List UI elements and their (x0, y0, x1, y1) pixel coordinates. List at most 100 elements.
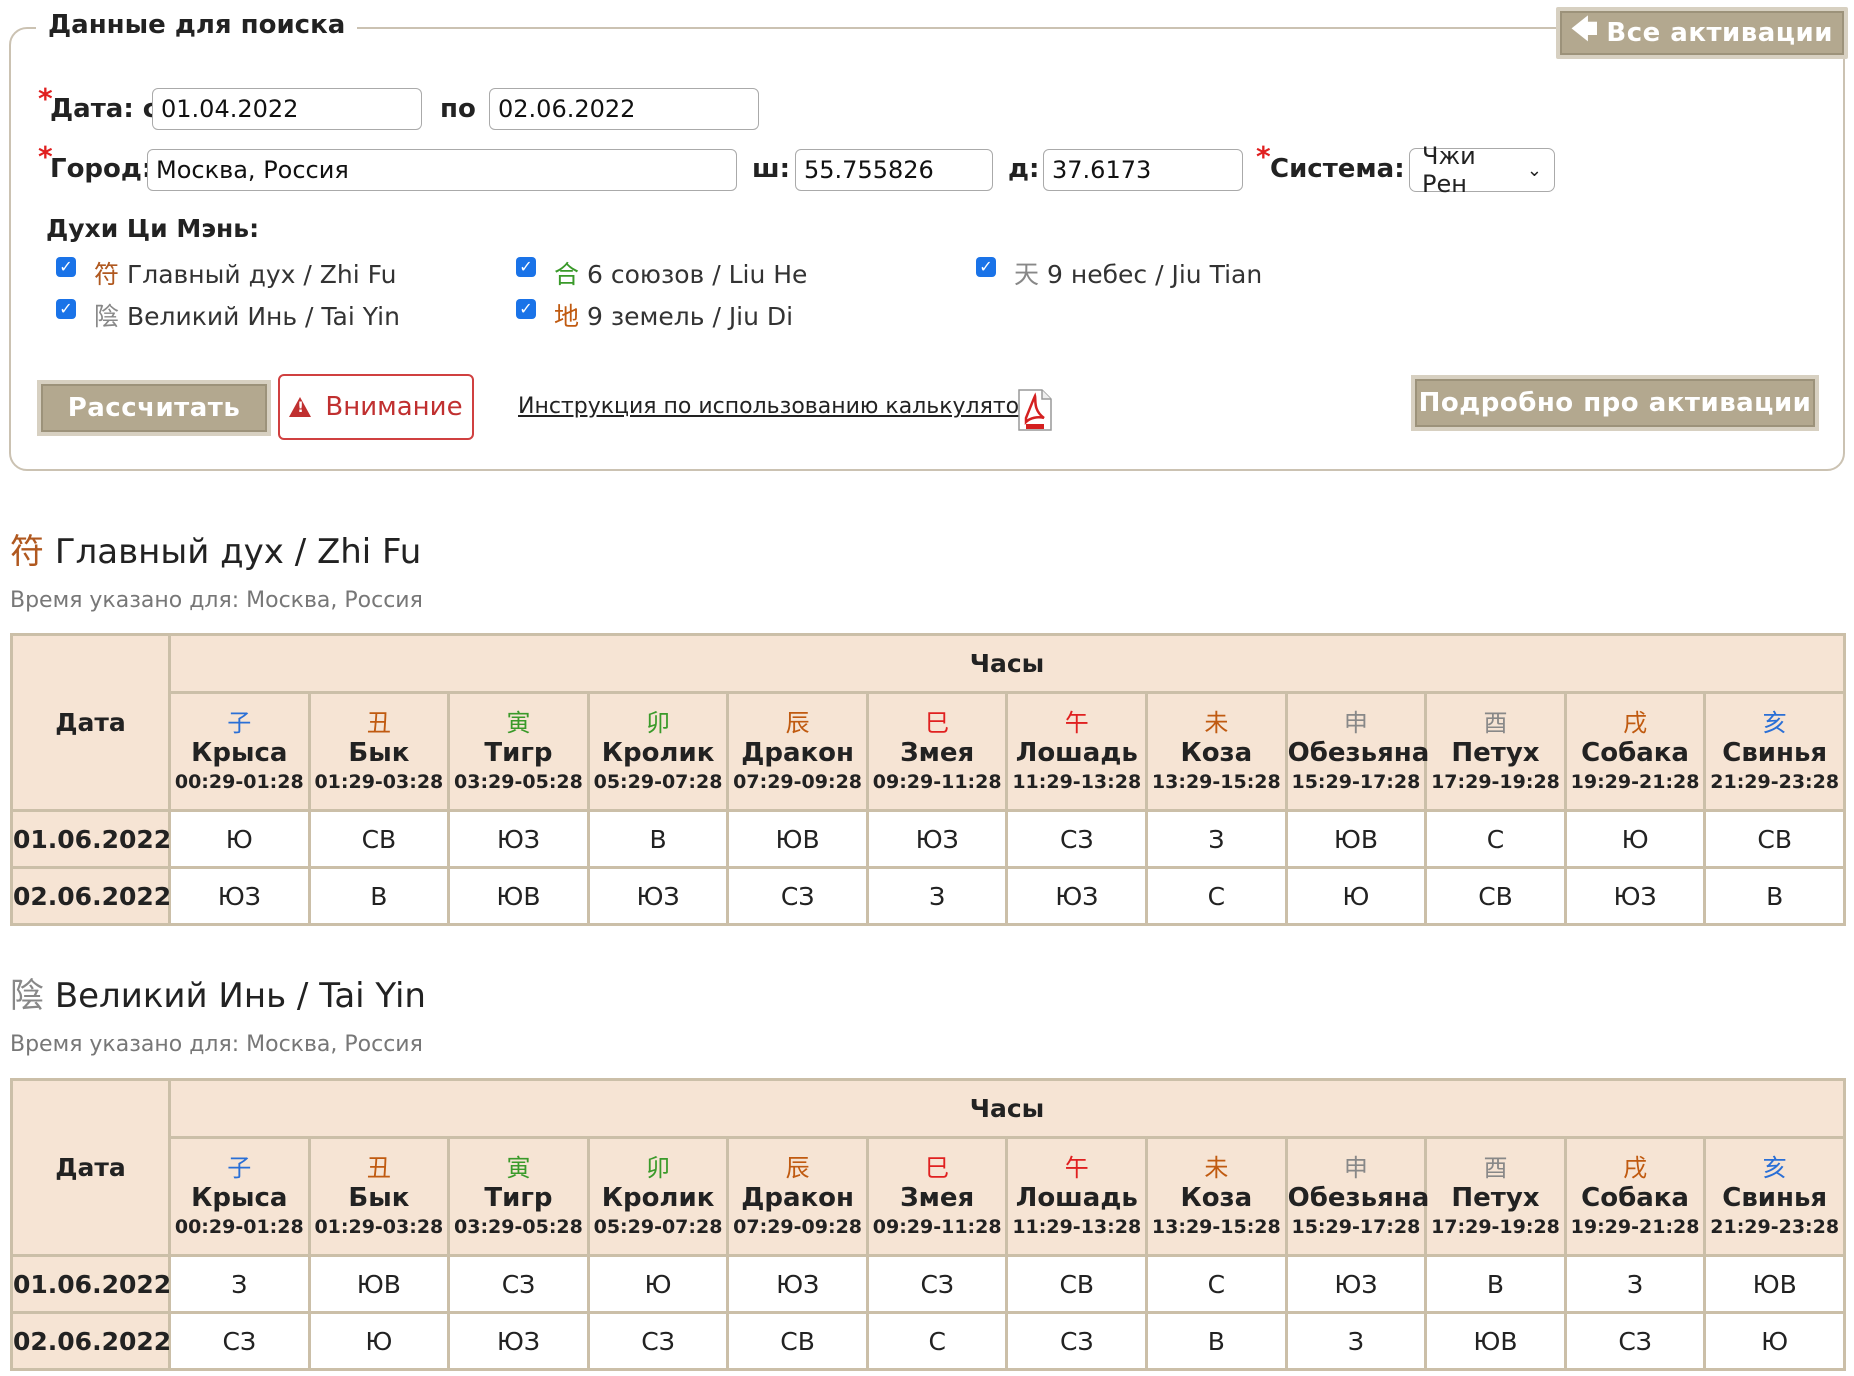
direction-cell: В (1703, 866, 1846, 926)
section-title-text: Великий Инь / Tai Yin (54, 976, 426, 1016)
direction-cell: З (1145, 809, 1288, 869)
direction-cell: СЗ (1005, 1311, 1149, 1371)
hour-glyph: 丑 (366, 708, 391, 737)
activation-details-button[interactable]: Подробно про активации (1411, 375, 1819, 431)
row-date: 02.06.2022 (10, 1311, 171, 1371)
system-select[interactable]: Чжи Рен ⌄ (1409, 142, 1555, 198)
spirit-jiu-tian: 天9 небес / Jiu Tian (1014, 255, 1262, 291)
hour-name: Кролик (601, 737, 715, 768)
date-header: Дата (10, 1078, 171, 1257)
hour-time: 03:29-05:28 (454, 770, 583, 793)
spirit-checkbox-liu-he[interactable]: ✓ (516, 257, 536, 277)
hour-header: 丑 Бык 01:29-03:28 (307, 1136, 451, 1257)
hour-header: 子 Крыса 00:29-01:28 (168, 691, 311, 812)
direction-cell: ЮВ (307, 1254, 451, 1314)
hour-header: 卯 Кролик 05:29-07:28 (586, 691, 730, 812)
hour-time: 09:29-11:28 (872, 1215, 1002, 1238)
date-from-input[interactable] (152, 88, 422, 130)
row-date: 02.06.2022 (10, 866, 171, 926)
hour-name: Лошадь (1015, 737, 1138, 768)
hour-glyph: 午 (1064, 1153, 1089, 1182)
all-activations-button[interactable]: 🡄 Все активации (1556, 7, 1848, 59)
hour-name: Свинья (1722, 737, 1828, 768)
hour-glyph: 巳 (925, 1153, 950, 1182)
hour-header: 卯 Кролик 05:29-07:28 (586, 1136, 730, 1257)
row-date: 01.06.2022 (10, 809, 171, 869)
city-label: Город: (50, 154, 153, 184)
direction-cell: СЗ (726, 866, 869, 926)
hour-name: Обезьяна (1287, 1182, 1430, 1213)
hour-header: 戌 Собака 19:29-21:28 (1563, 691, 1707, 812)
search-form-legend: Данные для поиска (36, 10, 358, 40)
hour-glyph: 午 (1064, 708, 1089, 737)
hour-name: Коза (1180, 1182, 1253, 1213)
spirit-label: 9 земель / Jiu Di (587, 302, 794, 331)
hour-time: 07:29-09:28 (733, 1215, 863, 1238)
hour-name: Змея (900, 1182, 975, 1213)
hour-name: Лошадь (1015, 1182, 1138, 1213)
hour-name: Бык (348, 1182, 410, 1213)
hour-time: 11:29-13:28 (1012, 1215, 1142, 1238)
table-row: 02.06.2022 ЮЗ В ЮВ ЮЗ СЗ З ЮЗ С Ю СВ ЮЗ В (10, 866, 1846, 926)
direction-cell: В (1424, 1254, 1567, 1314)
latitude-input[interactable] (795, 149, 993, 191)
required-marker: * (1256, 140, 1271, 173)
warning-button[interactable]: ! Внимание (278, 374, 474, 440)
hour-glyph: 寅 (506, 1153, 531, 1182)
hour-name: Тигр (484, 1182, 553, 1213)
spirit-checkbox-jiu-tian[interactable]: ✓ (976, 257, 996, 277)
direction-cell: З (168, 1254, 311, 1314)
hour-time: 00:29-01:28 (174, 770, 304, 793)
section-glyph: 符 (10, 532, 44, 572)
direction-cell: СВ (1005, 1254, 1149, 1314)
direction-cell: ЮВ (1424, 1311, 1567, 1371)
hour-time: 05:29-07:28 (593, 770, 723, 793)
calculate-button[interactable]: Рассчитать (37, 380, 271, 436)
hour-name: Кролик (601, 1182, 715, 1213)
direction-cell: ЮВ (1703, 1254, 1846, 1314)
section-subtitle: Время указано для: Москва, Россия (10, 1032, 423, 1057)
direction-cell: СЗ (447, 1254, 590, 1314)
hour-time: 05:29-07:28 (593, 1215, 723, 1238)
row-date: 01.06.2022 (10, 1254, 171, 1314)
hour-glyph: 戌 (1623, 708, 1648, 737)
spirit-label: Главный дух / Zhi Fu (127, 260, 397, 289)
city-input[interactable] (147, 149, 737, 191)
spirit-checkbox-jiu-di[interactable]: ✓ (516, 299, 536, 319)
hour-header: 申 Обезьяна 15:29-17:28 (1284, 1136, 1430, 1257)
hour-time: 21:29-23:28 (1710, 1215, 1840, 1238)
hour-glyph: 卯 (646, 708, 671, 737)
direction-cell: С (865, 1311, 1009, 1371)
hour-time: 13:29-15:28 (1151, 770, 1281, 793)
spirit-checkbox-tai-yin[interactable]: ✓ (56, 299, 76, 319)
hour-name: Крыса (191, 1182, 288, 1213)
hour-header: 辰 Дракон 07:29-09:28 (726, 1136, 869, 1257)
hour-header: 午 Лошадь 11:29-13:28 (1005, 1136, 1149, 1257)
hour-header: 亥 Свинья 21:29-23:28 (1703, 691, 1846, 812)
spirit-checkbox-zhi-fu[interactable]: ✓ (56, 257, 76, 277)
spirit-tai-yin: 陰 Великий Инь / Tai Yin (94, 297, 400, 333)
direction-cell: С (1145, 1254, 1288, 1314)
hour-name: Свинья (1722, 1182, 1828, 1213)
direction-cell: З (865, 866, 1009, 926)
hour-time: 21:29-23:28 (1710, 770, 1840, 793)
longitude-input[interactable] (1043, 149, 1243, 191)
date-to-input[interactable] (489, 88, 759, 130)
hour-name: Тигр (484, 737, 553, 768)
direction-cell: ЮВ (1284, 809, 1428, 869)
hour-time: 00:29-01:28 (174, 1215, 304, 1238)
direction-cell: С (1145, 866, 1288, 926)
hour-header: 辰 Дракон 07:29-09:28 (726, 691, 869, 812)
hour-name: Крыса (191, 737, 288, 768)
direction-cell: Ю (586, 1254, 730, 1314)
hour-glyph: 丑 (366, 1153, 391, 1182)
hour-name: Собака (1581, 737, 1689, 768)
direction-cell: ЮЗ (447, 1311, 590, 1371)
pdf-icon[interactable] (1016, 388, 1054, 432)
hour-glyph: 辰 (785, 1153, 810, 1182)
instruction-link[interactable]: Инструкция по использованию калькулятора (518, 394, 1047, 419)
date-to-label: по (440, 94, 476, 124)
direction-cell: ЮЗ (447, 809, 590, 869)
hour-name: Петух (1451, 737, 1540, 768)
hour-time: 01:29-03:28 (314, 1215, 444, 1238)
